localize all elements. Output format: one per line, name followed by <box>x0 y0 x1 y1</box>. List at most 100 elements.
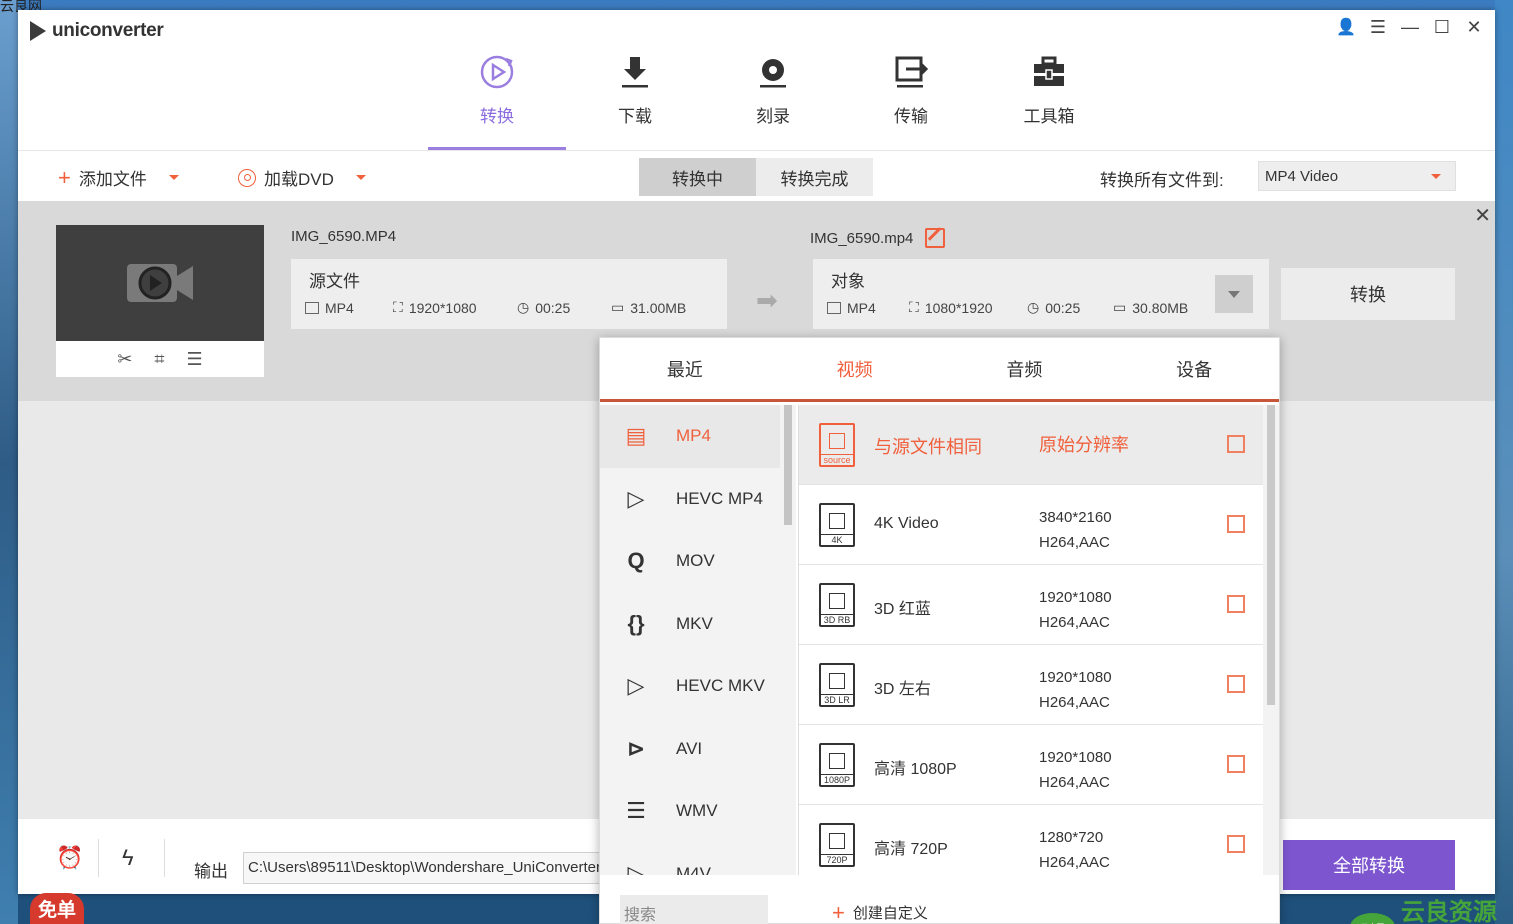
source-duration: ◷ 00:25 <box>517 299 611 316</box>
chevron-down-icon[interactable] <box>355 175 366 180</box>
preset-4k[interactable]: 4K 4K Video 3840*2160 H264,AAC <box>799 485 1263 565</box>
hevc-icon: ▷ <box>627 673 645 699</box>
video-thumbnail[interactable] <box>56 225 264 341</box>
film-icon <box>829 673 845 689</box>
edit-icon[interactable] <box>1227 835 1245 853</box>
quicktime-icon: Q <box>627 548 645 574</box>
format-item-mov[interactable]: Q MOV <box>600 530 780 593</box>
convert-button[interactable]: 转换 <box>1281 268 1455 320</box>
format-label: MP4 <box>676 426 711 446</box>
adjust-icon[interactable]: ☰ <box>187 349 203 370</box>
edit-icon[interactable] <box>1227 595 1245 613</box>
nav-burn[interactable]: 刻录 <box>704 48 842 150</box>
target-format-value: MP4 <box>847 299 876 316</box>
preset-tag: 3D RB <box>821 614 853 625</box>
format-item-hevc-mkv[interactable]: ▷ HEVC MKV <box>600 655 780 718</box>
tab-audio[interactable]: 音频 <box>940 338 1110 399</box>
preset-3d-rb[interactable]: 3D RB 3D 红蓝 1920*1080 H264,AAC <box>799 565 1263 645</box>
popup-footer: 搜索 + 创建自定义 <box>600 878 1279 924</box>
preset-tag: 1080P <box>821 774 853 785</box>
load-dvd-button[interactable]: 加载DVD <box>238 165 366 190</box>
folder-icon: ▭ <box>611 299 625 315</box>
source-format: MP4 <box>305 299 393 316</box>
nav-toolbox[interactable]: 工具箱 <box>980 48 1118 150</box>
create-custom-button[interactable]: + 创建自定义 <box>832 901 928 923</box>
nav-download[interactable]: 下载 <box>566 48 704 150</box>
tab-converting[interactable]: 转换中 <box>639 158 756 196</box>
clapper-icon: ☰ <box>626 798 646 824</box>
preset-codec: H264,AAC <box>1039 614 1110 631</box>
alarm-clock-icon[interactable]: ⏰ <box>56 845 83 871</box>
format-item-m4v[interactable]: ▷ M4V <box>600 843 780 875</box>
tab-video[interactable]: 视频 <box>770 338 940 399</box>
preset-name: 3D 左右 <box>874 681 931 698</box>
preset-tag: 720P <box>821 854 853 865</box>
format-item-avi[interactable]: ⊳ AVI <box>600 718 780 781</box>
status-tabs: 转换中 转换完成 <box>639 158 873 196</box>
format-item-wmv[interactable]: ☰ WMV <box>600 780 780 843</box>
lightning-icon[interactable]: ϟ <box>122 845 134 871</box>
close-button[interactable]: ✕ <box>1463 16 1485 38</box>
remove-file-icon[interactable]: ✕ <box>1474 203 1491 228</box>
edit-icon[interactable] <box>925 228 946 248</box>
edit-icon[interactable] <box>1227 515 1245 533</box>
convert-all-button[interactable]: 全部转换 <box>1283 840 1455 890</box>
clock-icon: ◷ <box>1027 299 1040 315</box>
tab-recent[interactable]: 最近 <box>600 338 770 399</box>
format-search-input[interactable]: 搜索 <box>620 895 768 924</box>
format-item-mp4[interactable]: ▤ MP4 <box>600 405 780 468</box>
preset-hd-720p[interactable]: 720P 高清 720P 1280*720 H264,AAC <box>799 805 1263 875</box>
film-icon <box>827 301 841 314</box>
preset-list-scrollbar[interactable] <box>1263 405 1279 875</box>
logo-icon <box>30 21 46 41</box>
chevron-down-icon[interactable] <box>168 175 179 180</box>
minimize-button[interactable]: — <box>1399 16 1421 38</box>
tab-done[interactable]: 转换完成 <box>756 158 873 196</box>
film-icon <box>305 301 319 314</box>
watermark: 云良网 云良资源网 <box>1350 892 1513 924</box>
format-item-hevc-mp4[interactable]: ▷ HEVC MP4 <box>600 468 780 531</box>
edit-icon[interactable] <box>1227 675 1245 693</box>
preset-tag: 3D LR <box>821 694 853 705</box>
scrollbar-thumb[interactable] <box>784 405 792 525</box>
crop-icon[interactable]: ⌗ <box>154 349 164 370</box>
output-path-field[interactable]: C:\Users\89511\Desktop\Wondershare_UniCo… <box>243 852 603 884</box>
add-file-button[interactable]: + 添加文件 <box>58 165 179 190</box>
scrollbar-thumb[interactable] <box>1267 405 1275 705</box>
convert-all-to-select[interactable]: MP4 Video <box>1258 161 1456 191</box>
nav-convert[interactable]: 转换 <box>428 48 566 150</box>
source-header: 源文件 <box>309 272 360 291</box>
user-icon[interactable]: 👤 <box>1335 16 1357 38</box>
app-name: uniconverter <box>52 20 164 41</box>
chevron-down-icon <box>1431 173 1441 179</box>
maximize-button[interactable]: ☐ <box>1431 16 1453 38</box>
target-info: 对象 MP4 ⛶ 1080*1920 ◷ 00:25 ▭ 30.80MB <box>813 259 1269 329</box>
edit-icon[interactable] <box>1227 755 1245 773</box>
target-format: MP4 <box>827 299 909 316</box>
target-duration-value: 00:25 <box>1045 299 1081 316</box>
preset-name: 与源文件相同 <box>874 437 982 457</box>
nav-transfer[interactable]: 传输 <box>842 48 980 150</box>
target-filename: IMG_6590.mp4 <box>810 229 914 247</box>
scissors-icon[interactable]: ✂ <box>117 349 132 370</box>
source-size: ▭ 31.00MB <box>611 299 686 316</box>
format-item-mkv[interactable]: {} MKV <box>600 593 780 656</box>
preset-hd-1080p[interactable]: 1080P 高清 1080P 1920*1080 H264,AAC <box>799 725 1263 805</box>
target-format-dropdown[interactable] <box>1215 275 1253 313</box>
tab-device[interactable]: 设备 <box>1109 338 1279 399</box>
app-logo: uniconverter <box>30 20 164 42</box>
preset-3d-lr[interactable]: 3D LR 3D 左右 1920*1080 H264,AAC <box>799 645 1263 725</box>
target-meta: MP4 ⛶ 1080*1920 ◷ 00:25 ▭ 30.80MB <box>827 299 1188 316</box>
format-popup: 最近 视频 音频 设备 ▤ MP4 ▷ HEVC MP4 Q MOV {} MK… <box>599 337 1280 924</box>
menu-icon[interactable]: ☰ <box>1367 16 1389 38</box>
film-icon <box>829 833 845 849</box>
preset-res-value: 1280*720 <box>1039 829 1104 846</box>
edit-icon[interactable] <box>1227 435 1245 453</box>
format-list-scrollbar[interactable] <box>780 405 796 875</box>
target-size: ▭ 30.80MB <box>1113 299 1188 316</box>
resize-icon: ⛶ <box>393 299 403 315</box>
format-label: HEVC MP4 <box>676 488 763 508</box>
preset-same-as-source[interactable]: source 与源文件相同 原始分辨率 <box>799 405 1263 485</box>
preset-codec: H264,AAC <box>1039 854 1110 871</box>
window-controls: 👤 ☰ — ☐ ✕ <box>1335 16 1485 38</box>
